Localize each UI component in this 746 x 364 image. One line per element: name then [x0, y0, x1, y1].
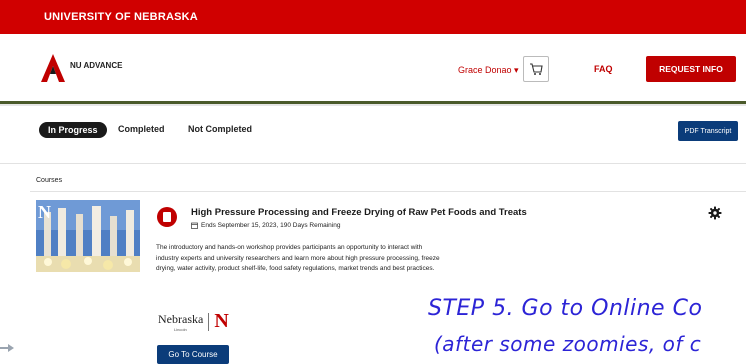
- svg-text:N: N: [38, 202, 51, 222]
- pdf-transcript-button[interactable]: PDF Transcript: [678, 121, 738, 141]
- tab-completed[interactable]: Completed: [118, 124, 165, 134]
- tab-not-completed[interactable]: Not Completed: [188, 124, 252, 134]
- course-type-icon: [157, 207, 177, 227]
- annotation-note-text: (after some zoomies, of c: [434, 332, 702, 356]
- course-end-text: Ends September 15, 2023, 190 Days Remain…: [201, 222, 341, 229]
- partner-n-mark: N: [214, 310, 229, 332]
- site-header: NU ADVANCE Grace Donao ▾ FAQ REQUEST INF…: [0, 34, 746, 102]
- request-info-button[interactable]: REQUEST INFO: [646, 56, 736, 82]
- course-end-date: Ends September 15, 2023, 190 Days Remain…: [191, 222, 340, 229]
- user-menu[interactable]: Grace Donao ▾: [458, 65, 519, 76]
- nu-logo-icon[interactable]: [40, 52, 66, 84]
- partner-subtitle: Lincoln: [174, 326, 187, 332]
- calendar-icon: [191, 222, 198, 229]
- go-to-course-button[interactable]: Go To Course: [157, 345, 229, 364]
- gear-icon[interactable]: [708, 206, 722, 220]
- partner-separator: [208, 312, 210, 331]
- faq-link[interactable]: FAQ: [594, 64, 613, 74]
- annotation-step-text: STEP 5. Go to Online Co: [428, 296, 703, 321]
- courses-section-label: Courses: [36, 177, 63, 184]
- course-description: The introductory and hands-on workshop p…: [156, 244, 440, 272]
- pointer-arrow-icon: [0, 344, 14, 352]
- header-shadow: [0, 104, 746, 106]
- top-bar: UNIVERSITY OF NEBRASKA: [0, 0, 746, 34]
- partner-name: Nebraska: [158, 311, 204, 326]
- course-thumbnail[interactable]: N: [36, 200, 140, 272]
- cart-icon: [530, 63, 543, 75]
- courses-divider: [30, 191, 746, 192]
- partner-logo: Nebraska Lincoln N: [158, 310, 229, 333]
- brand-name[interactable]: NU ADVANCE: [70, 61, 122, 70]
- course-title[interactable]: High Pressure Processing and Freeze Dryi…: [191, 207, 527, 218]
- tabs-divider: [0, 163, 746, 164]
- tab-in-progress[interactable]: In Progress: [39, 122, 107, 138]
- university-name: UNIVERSITY OF NEBRASKA: [44, 11, 198, 23]
- cart-button[interactable]: [523, 56, 549, 82]
